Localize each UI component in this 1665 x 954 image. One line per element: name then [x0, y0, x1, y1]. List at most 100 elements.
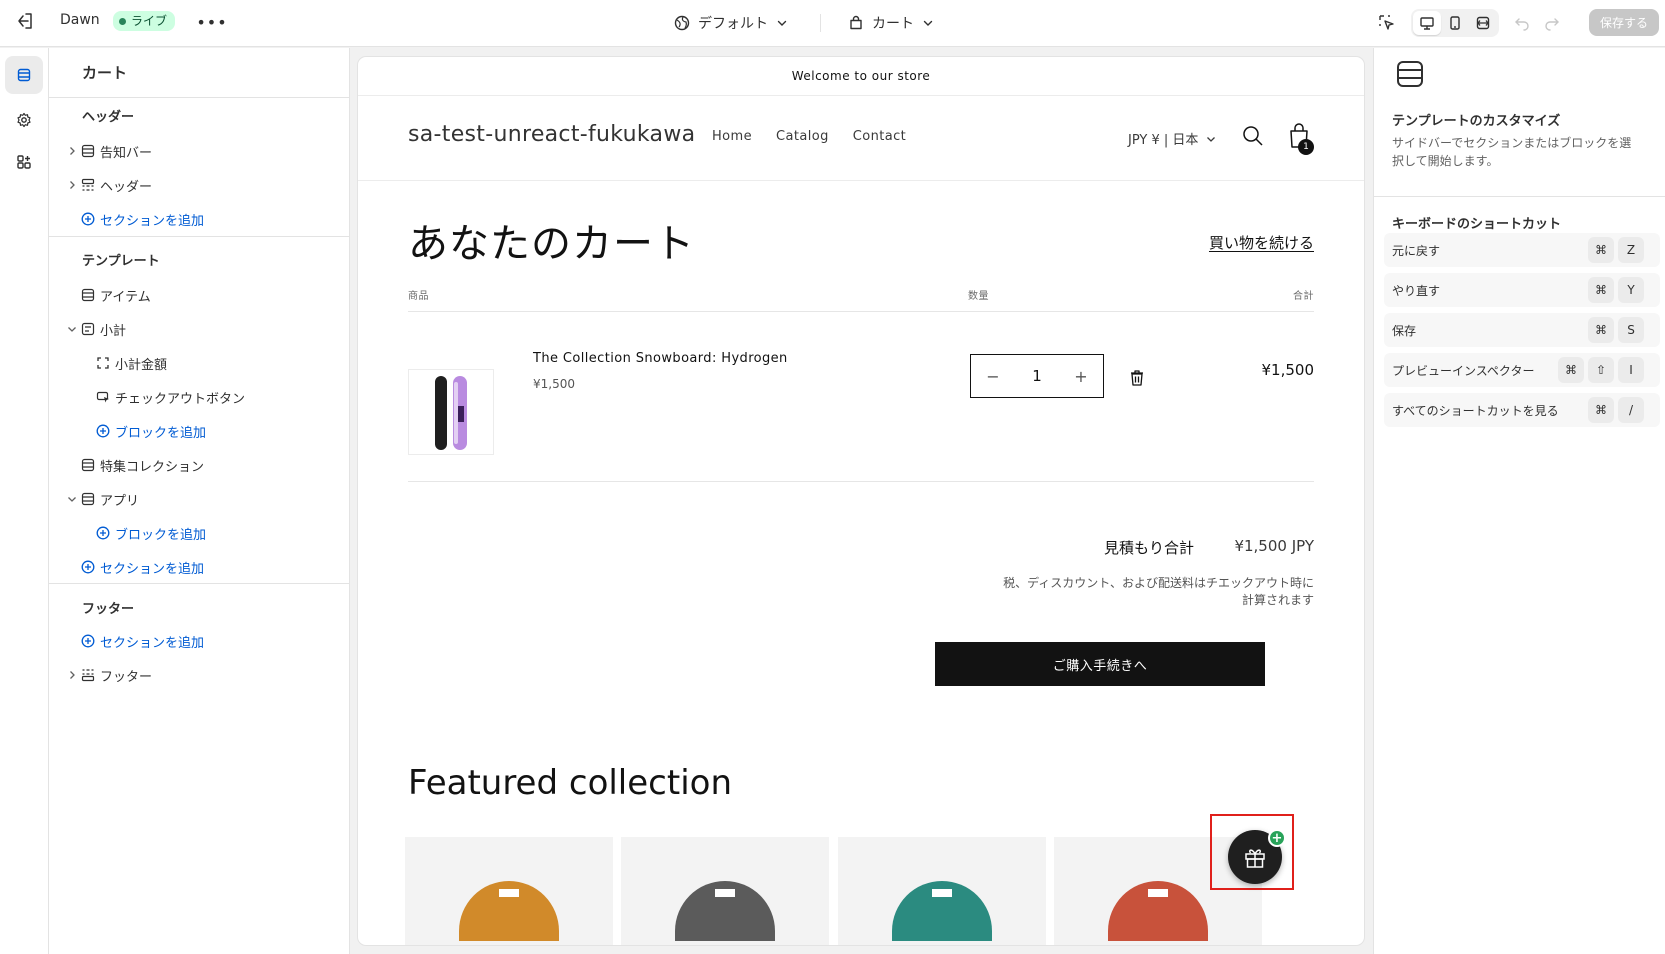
- theme-settings-nav-button[interactable]: [5, 101, 43, 139]
- add-block-subtotal-button[interactable]: ブロックを追加: [49, 417, 350, 445]
- fullwidth-icon: [1476, 16, 1490, 30]
- sidebar-item-label: 小計: [100, 323, 127, 339]
- nav-link-contact[interactable]: Contact: [853, 129, 906, 144]
- checkout-button[interactable]: ご購入手続きへ: [935, 642, 1265, 686]
- chevron-down-icon[interactable]: [65, 492, 79, 506]
- inspector-cursor-icon[interactable]: [1375, 11, 1399, 35]
- footer-section-icon: [80, 667, 96, 683]
- sidebar-item-announcement-bar[interactable]: 告知バー: [49, 137, 350, 165]
- plus-badge-icon[interactable]: +: [1268, 829, 1286, 847]
- shortcut-row-save: 保存 ⌘ S: [1384, 313, 1660, 347]
- sidebar-item-header[interactable]: ヘッダー: [49, 171, 350, 199]
- sections-nav-button[interactable]: [5, 56, 43, 94]
- panel-description: サイドバーでセクションまたはブロックを選択して開始します。: [1392, 136, 1632, 168]
- product-title-link[interactable]: The Collection Snowboard: Hydrogen: [533, 351, 788, 366]
- header-section-icon: [80, 177, 96, 193]
- button-block-icon: [95, 389, 111, 405]
- quantity-value[interactable]: 1: [1032, 367, 1042, 385]
- estimated-total-value: ¥1,500 JPY: [1234, 537, 1314, 555]
- store-preview: Welcome to our store sa-test-unreact-fuk…: [358, 57, 1364, 945]
- add-section-footer-button[interactable]: セクションを追加: [49, 627, 350, 655]
- plus-circle-icon: [80, 211, 96, 227]
- add-section-template-button[interactable]: セクションを追加: [49, 553, 350, 581]
- fullscreen-view-button[interactable]: [1469, 11, 1497, 35]
- currency-selector[interactable]: JPY ¥ | 日本: [1128, 129, 1216, 148]
- shirt-tag: [499, 889, 519, 897]
- desktop-icon: [1420, 17, 1434, 30]
- more-actions-button[interactable]: •••: [196, 10, 226, 34]
- bag-icon: [850, 15, 862, 30]
- continue-shopping-link[interactable]: 買い物を続ける: [1198, 232, 1314, 253]
- product-card[interactable]: [838, 837, 1046, 945]
- command-key-icon: ⌘: [1588, 317, 1614, 343]
- nav-link-home[interactable]: Home: [712, 129, 752, 144]
- group-label-header: ヘッダー: [82, 110, 135, 125]
- key-badge: Y: [1618, 277, 1644, 303]
- save-button[interactable]: 保存する: [1589, 9, 1659, 36]
- product-thumbnail[interactable]: [408, 369, 494, 455]
- sidebar-item-checkout-button[interactable]: チェックアウトボタン: [49, 383, 350, 411]
- sidebar-item-label: チェックアウトボタン: [115, 391, 246, 407]
- sections-icon: [17, 68, 31, 82]
- product-card[interactable]: [405, 837, 613, 945]
- chevron-down-icon: [1207, 136, 1216, 142]
- divider: [49, 97, 350, 98]
- mobile-icon: [1450, 16, 1460, 30]
- add-section-label: セクションを追加: [100, 561, 205, 577]
- key-badge: /: [1618, 397, 1644, 423]
- sidebar-item-featured-collection[interactable]: 特集コレクション: [49, 451, 350, 479]
- line-item-total: ¥1,500: [1261, 361, 1315, 379]
- mobile-view-button[interactable]: [1441, 11, 1469, 35]
- chevron-down-icon[interactable]: [65, 322, 79, 336]
- sidebar-item-subtotal-price[interactable]: 小計金額: [49, 349, 350, 377]
- divider: [1374, 196, 1665, 197]
- group-label-footer: フッター: [82, 602, 135, 617]
- sidebar-item-footer[interactable]: フッター: [49, 661, 350, 689]
- status-badge: ライブ: [113, 11, 176, 31]
- sidebar-item-label: アイテム: [100, 289, 151, 305]
- sidebar-title: カート: [82, 64, 128, 82]
- sidebar-item-subtotal[interactable]: 小計: [49, 315, 350, 343]
- redo-icon[interactable]: [1540, 11, 1564, 35]
- exit-icon[interactable]: [14, 10, 36, 32]
- command-key-icon: ⌘: [1588, 397, 1614, 423]
- minus-icon[interactable]: −: [981, 364, 1005, 388]
- page-context-select[interactable]: カート: [848, 11, 934, 35]
- add-block-label: ブロックを追加: [115, 527, 207, 543]
- icon-rail: [0, 48, 49, 954]
- theme-context-label: デフォルト: [698, 16, 768, 32]
- sidebar-item-label: 特集コレクション: [100, 459, 205, 475]
- product-card[interactable]: [621, 837, 829, 945]
- section-icon: [80, 143, 96, 159]
- trash-icon[interactable]: [1129, 369, 1145, 387]
- search-icon[interactable]: [1240, 123, 1266, 149]
- chevron-right-icon[interactable]: [65, 144, 79, 158]
- plus-circle-icon: [95, 525, 111, 541]
- add-section-label: セクションを追加: [100, 635, 205, 651]
- sidebar-item-items[interactable]: アイテム: [49, 281, 350, 309]
- block-icon: [95, 355, 111, 371]
- undo-icon[interactable]: [1510, 11, 1534, 35]
- add-block-apps-button[interactable]: ブロックを追加: [49, 519, 350, 547]
- tax-note: 税、ディスカウント、および配送料はチエックアウト時に 計算されます: [914, 575, 1314, 609]
- shortcut-row-undo: 元に戻す ⌘ Z: [1384, 233, 1660, 267]
- add-block-label: ブロックを追加: [115, 425, 207, 441]
- add-section-header-button[interactable]: セクションを追加: [49, 205, 350, 233]
- theme-context-select[interactable]: デフォルト: [674, 11, 788, 35]
- info-panel: テンプレートのカスタマイズ サイドバーでセクションまたはブロックを選択して開始し…: [1373, 48, 1665, 954]
- sidebar-item-apps[interactable]: アプリ: [49, 485, 350, 513]
- nav-link-catalog[interactable]: Catalog: [776, 129, 829, 144]
- plus-icon[interactable]: +: [1069, 364, 1093, 388]
- desktop-view-button[interactable]: [1413, 11, 1441, 35]
- sections-sidebar: カート ヘッダー 告知バー ヘッダー セクションを追加 テンプレート アイテム …: [49, 48, 350, 954]
- store-logo-text[interactable]: sa-test-unreact-fukukawa: [408, 122, 695, 147]
- chevron-right-icon[interactable]: [65, 178, 79, 192]
- chevron-right-icon[interactable]: [65, 668, 79, 682]
- chevron-down-icon: [777, 20, 787, 26]
- apps-nav-button[interactable]: [5, 143, 43, 181]
- plus-circle-icon: [80, 633, 96, 649]
- group-label-template: テンプレート: [82, 254, 160, 269]
- shortcut-row-all[interactable]: すべてのショートカットを見る ⌘ /: [1384, 393, 1660, 427]
- sidebar-item-label: フッター: [100, 669, 153, 685]
- announcement-bar[interactable]: Welcome to our store: [358, 57, 1364, 96]
